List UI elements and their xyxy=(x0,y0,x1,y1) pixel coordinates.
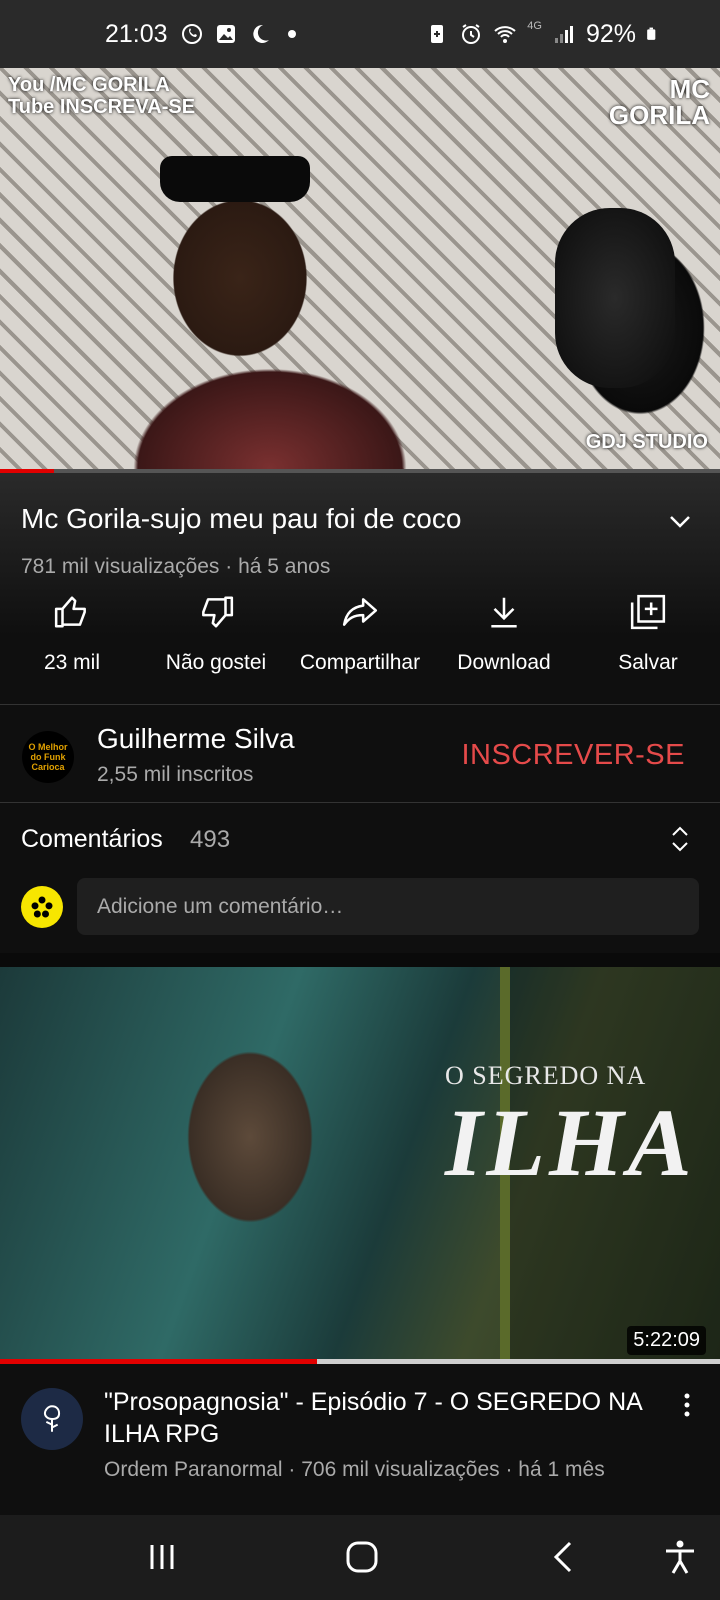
user-avatar xyxy=(21,886,63,928)
signal-icon xyxy=(554,26,573,43)
rose-icon xyxy=(43,1405,61,1432)
recents-icon[interactable] xyxy=(142,1537,182,1577)
dislike-button[interactable]: Não gostei xyxy=(144,593,288,675)
alarm-icon xyxy=(462,24,481,44)
comments-section[interactable]: Comentários 493 Adicione um comentário… xyxy=(0,803,720,953)
action-bar: 23 mil Não gostei Compartilhar Download … xyxy=(0,593,720,675)
video-meta: 781 mil visualizações · há 5 anos xyxy=(21,555,331,578)
next-video-thumbnail[interactable]: O SEGREDO NA ILHA xyxy=(0,967,720,1362)
watermark-studio: GDJ STUDIO xyxy=(585,431,708,453)
thumbs-up-icon xyxy=(54,596,86,628)
section-separator xyxy=(0,953,720,967)
whatsapp-icon xyxy=(181,24,202,44)
comments-count: 493 xyxy=(190,826,231,853)
like-button[interactable]: 23 mil xyxy=(0,593,144,675)
video-frame-detail xyxy=(160,156,310,202)
next-video-meta: Ordem Paranormal · 706 mil visualizações… xyxy=(104,1458,605,1481)
next-video-channel-avatar[interactable] xyxy=(21,1388,83,1450)
battery-percent: 92% xyxy=(585,19,636,48)
accessibility-icon[interactable] xyxy=(660,1537,700,1577)
thumbs-down-icon xyxy=(202,596,234,628)
notification-dot xyxy=(287,30,296,38)
channel-name[interactable]: Guilherme Silva xyxy=(97,723,295,755)
video-title[interactable]: Mc Gorila-sujo meu pau foi de coco xyxy=(21,503,461,535)
download-button[interactable]: Download xyxy=(432,593,576,675)
save-button[interactable]: Salvar xyxy=(576,593,720,675)
watermark-mc-gorila: MC GORILA xyxy=(608,74,710,130)
status-time: 21:03 xyxy=(105,19,168,48)
share-icon xyxy=(342,598,378,626)
video-player[interactable]: You /MC GORILA Tube INSCREVA-SE MC GORIL… xyxy=(0,68,720,472)
chevron-down-icon[interactable] xyxy=(668,509,692,533)
back-icon[interactable] xyxy=(544,1537,584,1577)
channel-avatar[interactable]: O Melhor do Funk Carioca xyxy=(22,731,74,783)
wifi-icon xyxy=(494,26,516,43)
channel-subscribers: 2,55 mil inscritos xyxy=(97,763,254,786)
playlist-add-icon xyxy=(630,594,666,630)
gallery-icon xyxy=(216,25,235,43)
home-icon[interactable] xyxy=(342,1537,382,1577)
video-info: Mc Gorila-sujo meu pau foi de coco 781 m… xyxy=(0,473,720,705)
battery-saver-icon xyxy=(431,25,444,43)
video-frame-microphone xyxy=(555,208,675,388)
next-video-progress-fill xyxy=(0,1359,317,1364)
bauhinia-icon xyxy=(31,896,53,918)
next-video-title[interactable]: "Prosopagnosia" - Episódio 7 - O SEGREDO… xyxy=(104,1386,664,1450)
system-nav-bar xyxy=(0,1515,720,1600)
status-bar: 21:03 4G 92% xyxy=(0,0,720,68)
more-options-icon[interactable] xyxy=(680,1392,694,1418)
channel-row[interactable]: O Melhor do Funk Carioca Guilherme Silva… xyxy=(0,705,720,802)
video-duration-badge: 5:22:09 xyxy=(627,1326,706,1355)
subscribe-button[interactable]: INSCREVER-SE xyxy=(461,739,685,772)
comment-input[interactable]: Adicione um comentário… xyxy=(77,878,699,935)
watermark-youtube: You /MC GORILA Tube INSCREVA-SE xyxy=(8,74,196,118)
download-icon xyxy=(491,597,517,628)
share-button[interactable]: Compartilhar xyxy=(288,593,432,675)
comments-title: Comentários xyxy=(21,825,163,853)
moon-icon xyxy=(252,24,269,43)
network-type: 4G xyxy=(527,19,542,32)
next-video-progress-bar xyxy=(0,1359,720,1364)
thumbnail-text-line2: ILHA xyxy=(445,1089,696,1196)
expand-collapse-icon[interactable] xyxy=(668,825,692,853)
battery-icon xyxy=(647,27,656,40)
